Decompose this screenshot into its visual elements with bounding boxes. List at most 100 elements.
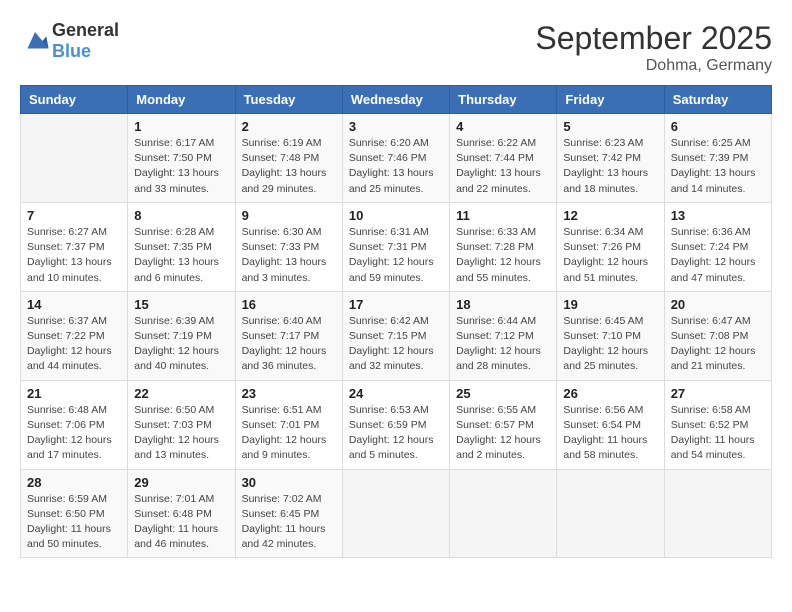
- calendar-cell: 25 Sunrise: 6:55 AMSunset: 6:57 PMDayligh…: [450, 380, 557, 469]
- logo-blue: Blue: [52, 41, 91, 61]
- calendar-cell: 1 Sunrise: 6:17 AMSunset: 7:50 PMDaylight…: [128, 114, 235, 203]
- calendar-cell: 23Sunrise: 6:51 AMSunset: 7:01 PMDayligh…: [235, 380, 342, 469]
- calendar-cell: 16 Sunrise: 6:40 AMSunset: 7:17 PMDayligh…: [235, 291, 342, 380]
- day-number: 11: [456, 208, 550, 223]
- weekday-header: Sunday: [21, 86, 128, 114]
- calendar-cell: 9 Sunrise: 6:30 AMSunset: 7:33 PMDaylight…: [235, 202, 342, 291]
- day-info: Sunrise: 6:23 AMSunset: 7:42 PMDaylight:…: [563, 136, 657, 197]
- day-number: 26: [563, 386, 657, 401]
- calendar-table: SundayMondayTuesdayWednesdayThursdayFrid…: [20, 85, 772, 558]
- calendar-cell: 5 Sunrise: 6:23 AMSunset: 7:42 PMDaylight…: [557, 114, 664, 203]
- calendar-cell: 24 Sunrise: 6:53 AMSunset: 6:59 PMDayligh…: [342, 380, 449, 469]
- day-info: Sunrise: 6:37 AMSunset: 7:22 PMDaylight:…: [27, 314, 121, 375]
- month-title: September 2025: [535, 20, 772, 57]
- calendar-cell: [450, 469, 557, 558]
- calendar-cell: [557, 469, 664, 558]
- day-number: 12: [563, 208, 657, 223]
- calendar-cell: 21 Sunrise: 6:48 AMSunset: 7:06 PMDayligh…: [21, 380, 128, 469]
- calendar-cell: 7Sunrise: 6:27 AMSunset: 7:37 PMDaylight…: [21, 202, 128, 291]
- calendar-cell: 19Sunrise: 6:45 AMSunset: 7:10 PMDayligh…: [557, 291, 664, 380]
- calendar-cell: 4 Sunrise: 6:22 AMSunset: 7:44 PMDaylight…: [450, 114, 557, 203]
- day-number: 8: [134, 208, 228, 223]
- day-info: Sunrise: 6:20 AMSunset: 7:46 PMDaylight:…: [349, 136, 443, 197]
- calendar-cell: 3 Sunrise: 6:20 AMSunset: 7:46 PMDaylight…: [342, 114, 449, 203]
- day-number: 3: [349, 119, 443, 134]
- calendar-cell: 26 Sunrise: 6:56 AMSunset: 6:54 PMDayligh…: [557, 380, 664, 469]
- day-info: Sunrise: 6:30 AMSunset: 7:33 PMDaylight:…: [242, 225, 336, 286]
- calendar-week-row: 28 Sunrise: 6:59 AMSunset: 6:50 PMDayligh…: [21, 469, 772, 558]
- calendar-cell: 20 Sunrise: 6:47 AMSunset: 7:08 PMDayligh…: [664, 291, 771, 380]
- day-number: 30: [242, 475, 336, 490]
- day-number: 13: [671, 208, 765, 223]
- day-info: Sunrise: 6:31 AMSunset: 7:31 PMDaylight:…: [349, 225, 443, 286]
- weekday-header: Saturday: [664, 86, 771, 114]
- calendar-cell: 12 Sunrise: 6:34 AMSunset: 7:26 PMDayligh…: [557, 202, 664, 291]
- day-info: Sunrise: 6:51 AMSunset: 7:01 PMDaylight:…: [242, 403, 336, 464]
- day-info: Sunrise: 6:17 AMSunset: 7:50 PMDaylight:…: [134, 136, 228, 197]
- day-number: 18: [456, 297, 550, 312]
- day-info: Sunrise: 6:47 AMSunset: 7:08 PMDaylight:…: [671, 314, 765, 375]
- day-info: Sunrise: 6:40 AMSunset: 7:17 PMDaylight:…: [242, 314, 336, 375]
- day-info: Sunrise: 6:36 AMSunset: 7:24 PMDaylight:…: [671, 225, 765, 286]
- calendar-cell: [21, 114, 128, 203]
- calendar-week-row: 14Sunrise: 6:37 AMSunset: 7:22 PMDayligh…: [21, 291, 772, 380]
- day-info: Sunrise: 6:55 AMSunset: 6:57 PMDaylight:…: [456, 403, 550, 464]
- day-number: 16: [242, 297, 336, 312]
- weekday-header: Thursday: [450, 86, 557, 114]
- day-info: Sunrise: 6:42 AMSunset: 7:15 PMDaylight:…: [349, 314, 443, 375]
- day-number: 9: [242, 208, 336, 223]
- day-number: 10: [349, 208, 443, 223]
- day-number: 15: [134, 297, 228, 312]
- day-number: 22: [134, 386, 228, 401]
- calendar-cell: 6 Sunrise: 6:25 AMSunset: 7:39 PMDaylight…: [664, 114, 771, 203]
- calendar-cell: 2Sunrise: 6:19 AMSunset: 7:48 PMDaylight…: [235, 114, 342, 203]
- day-number: 5: [563, 119, 657, 134]
- calendar-cell: 15 Sunrise: 6:39 AMSunset: 7:19 PMDayligh…: [128, 291, 235, 380]
- day-info: Sunrise: 6:48 AMSunset: 7:06 PMDaylight:…: [27, 403, 121, 464]
- calendar-week-row: 1 Sunrise: 6:17 AMSunset: 7:50 PMDaylight…: [21, 114, 772, 203]
- weekday-header: Friday: [557, 86, 664, 114]
- calendar-cell: 29Sunrise: 7:01 AMSunset: 6:48 PMDayligh…: [128, 469, 235, 558]
- day-number: 19: [563, 297, 657, 312]
- calendar-week-row: 21 Sunrise: 6:48 AMSunset: 7:06 PMDayligh…: [21, 380, 772, 469]
- day-number: 6: [671, 119, 765, 134]
- weekday-header: Tuesday: [235, 86, 342, 114]
- day-number: 21: [27, 386, 121, 401]
- day-number: 24: [349, 386, 443, 401]
- location-title: Dohma, Germany: [535, 57, 772, 75]
- day-info: Sunrise: 6:19 AMSunset: 7:48 PMDaylight:…: [242, 136, 336, 197]
- day-number: 25: [456, 386, 550, 401]
- calendar-cell: [664, 469, 771, 558]
- day-number: 29: [134, 475, 228, 490]
- calendar-cell: [342, 469, 449, 558]
- day-info: Sunrise: 6:28 AMSunset: 7:35 PMDaylight:…: [134, 225, 228, 286]
- day-number: 4: [456, 119, 550, 134]
- day-number: 17: [349, 297, 443, 312]
- calendar-week-row: 7Sunrise: 6:27 AMSunset: 7:37 PMDaylight…: [21, 202, 772, 291]
- calendar-cell: 11Sunrise: 6:33 AMSunset: 7:28 PMDayligh…: [450, 202, 557, 291]
- day-info: Sunrise: 6:22 AMSunset: 7:44 PMDaylight:…: [456, 136, 550, 197]
- calendar-cell: 17 Sunrise: 6:42 AMSunset: 7:15 PMDayligh…: [342, 291, 449, 380]
- day-info: Sunrise: 6:34 AMSunset: 7:26 PMDaylight:…: [563, 225, 657, 286]
- calendar-cell: 18 Sunrise: 6:44 AMSunset: 7:12 PMDayligh…: [450, 291, 557, 380]
- day-info: Sunrise: 6:27 AMSunset: 7:37 PMDaylight:…: [27, 225, 121, 286]
- logo-icon: [20, 26, 50, 56]
- title-area: September 2025 Dohma, Germany: [535, 20, 772, 75]
- day-number: 1: [134, 119, 228, 134]
- day-info: Sunrise: 6:39 AMSunset: 7:19 PMDaylight:…: [134, 314, 228, 375]
- day-info: Sunrise: 6:56 AMSunset: 6:54 PMDaylight:…: [563, 403, 657, 464]
- day-number: 28: [27, 475, 121, 490]
- calendar-cell: 22Sunrise: 6:50 AMSunset: 7:03 PMDayligh…: [128, 380, 235, 469]
- day-info: Sunrise: 6:25 AMSunset: 7:39 PMDaylight:…: [671, 136, 765, 197]
- logo: General Blue: [20, 20, 119, 62]
- day-info: Sunrise: 6:59 AMSunset: 6:50 PMDaylight:…: [27, 492, 121, 553]
- day-number: 20: [671, 297, 765, 312]
- day-number: 27: [671, 386, 765, 401]
- calendar-cell: 30Sunrise: 7:02 AMSunset: 6:45 PMDayligh…: [235, 469, 342, 558]
- calendar-cell: 8 Sunrise: 6:28 AMSunset: 7:35 PMDaylight…: [128, 202, 235, 291]
- calendar-cell: 27 Sunrise: 6:58 AMSunset: 6:52 PMDayligh…: [664, 380, 771, 469]
- day-info: Sunrise: 6:58 AMSunset: 6:52 PMDaylight:…: [671, 403, 765, 464]
- day-info: Sunrise: 6:44 AMSunset: 7:12 PMDaylight:…: [456, 314, 550, 375]
- day-info: Sunrise: 6:53 AMSunset: 6:59 PMDaylight:…: [349, 403, 443, 464]
- calendar-cell: 28 Sunrise: 6:59 AMSunset: 6:50 PMDayligh…: [21, 469, 128, 558]
